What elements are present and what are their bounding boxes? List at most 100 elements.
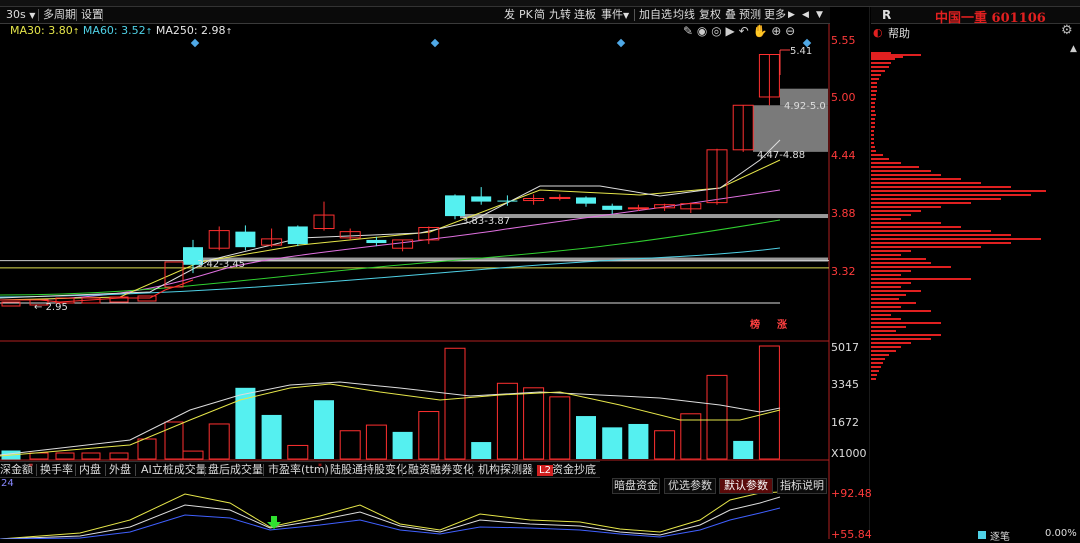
profile-bar — [871, 250, 911, 252]
gap-label-top: 4.92-5.0 — [784, 101, 826, 112]
candle-body — [497, 200, 518, 202]
help-link[interactable]: 帮助 — [888, 25, 910, 41]
profile-bar — [871, 74, 881, 76]
limit-up-tag[interactable]: 涨 — [777, 316, 787, 331]
rank-tag[interactable]: 榜 — [750, 316, 760, 331]
profile-bar — [871, 106, 875, 108]
profile-bar — [871, 146, 875, 148]
tab-outer[interactable]: 外盘 — [109, 463, 131, 477]
indicator-tick-label: +92.48 — [831, 487, 872, 500]
candle-body — [576, 197, 596, 204]
profile-bar — [871, 90, 877, 92]
tab-margin[interactable]: 融资融券变化 — [408, 463, 474, 477]
volume-bar — [392, 431, 413, 459]
profile-bar — [871, 346, 901, 348]
profile-bar — [871, 198, 1001, 200]
profile-bar — [871, 322, 941, 324]
profile-bar — [871, 294, 906, 296]
volume-bar — [55, 452, 75, 460]
ma-cyan-line — [0, 247, 781, 298]
profile-bar — [871, 186, 1011, 188]
volume-bar — [182, 450, 204, 460]
default-params-button[interactable]: 默认参数 — [719, 478, 773, 494]
volume-bar — [314, 400, 334, 459]
profile-bar — [871, 226, 961, 228]
profile-bar — [871, 54, 921, 56]
profile-bar — [871, 286, 901, 288]
profile-bar — [871, 158, 889, 160]
profile-bar — [871, 258, 926, 260]
candle-body — [366, 239, 387, 244]
sidebar-r-button[interactable]: R — [882, 8, 891, 22]
event-marker — [430, 38, 440, 48]
volume-bar — [576, 416, 596, 459]
profile-bar — [871, 194, 1031, 196]
volume-bar — [680, 413, 702, 460]
profile-bar — [871, 126, 875, 128]
volume-bar — [602, 427, 623, 459]
volume-bar — [164, 421, 184, 460]
low-price-label: ← 2.95 — [34, 302, 68, 313]
profile-bar — [871, 222, 941, 224]
price-tick-label: 4.44 — [831, 149, 856, 162]
profile-bar — [871, 266, 951, 268]
profile-bar — [871, 82, 877, 84]
profile-bar — [871, 154, 883, 156]
tab-capital-bottom[interactable]: 资金抄底 — [552, 463, 596, 477]
profile-bar — [871, 326, 906, 328]
dark-capital-button[interactable]: 暗盘资金 — [612, 478, 660, 494]
profile-bar — [871, 142, 874, 144]
volume-bar — [137, 438, 157, 460]
volume-ma-line-2 — [0, 383, 781, 457]
volume-bar — [758, 345, 780, 460]
profile-bar — [871, 342, 911, 344]
tab-northbound[interactable]: 陆股通持股变化 — [330, 463, 407, 477]
volume-bar — [523, 387, 545, 460]
volume-bar — [208, 423, 230, 460]
kline-chart[interactable] — [0, 0, 870, 539]
profile-bar — [871, 52, 891, 54]
profile-bar — [871, 374, 877, 376]
preferred-params-button[interactable]: 优选参数 — [664, 478, 716, 494]
profile-bar — [871, 122, 875, 124]
profile-bar — [871, 214, 911, 216]
stock-title: 中国一重 601106 — [935, 11, 1046, 26]
profile-bar — [871, 378, 876, 380]
volume-bar — [471, 442, 492, 459]
profile-bar — [871, 354, 889, 356]
volume-bar — [81, 452, 101, 460]
volume-bar — [654, 430, 676, 460]
profile-bar — [871, 98, 876, 100]
volume-bar — [29, 452, 49, 460]
tab-inner[interactable]: 内盘 — [79, 463, 101, 477]
l2-badge: L2 — [537, 465, 553, 476]
volume-bar — [365, 424, 387, 460]
tab-turnover[interactable]: 换手率 — [40, 463, 73, 477]
volume-tick-label: 3345 — [831, 378, 859, 391]
zone-label-2: 3.42-3.45 — [197, 259, 246, 270]
profile-bar — [871, 262, 931, 264]
pre-candle-line — [0, 279, 194, 303]
profile-bar — [871, 102, 875, 104]
profile-bar — [871, 366, 881, 368]
profile-bar — [871, 114, 876, 116]
profile-bar — [871, 298, 899, 300]
profile-bar — [871, 290, 921, 292]
tab-institution[interactable]: 机构探测器 — [478, 463, 533, 477]
candle-body — [235, 231, 256, 248]
ma-magenta-line — [0, 189, 781, 301]
tab-ai-volume[interactable]: AI立桩成交量 — [141, 463, 207, 477]
volume-profile — [871, 52, 1046, 380]
gear-icon[interactable]: ⚙ — [1061, 23, 1073, 38]
profile-bar — [871, 182, 981, 184]
profile-bar — [871, 338, 931, 340]
profile-bar — [871, 138, 874, 140]
tab-afterhours-volume[interactable]: 盘后成交量 — [208, 463, 263, 477]
volume-tick-label: 5017 — [831, 341, 859, 354]
profile-bar — [871, 66, 889, 68]
volume-bar — [733, 440, 754, 459]
indicator-help-button[interactable]: 指标说明 — [777, 478, 827, 494]
profile-bar — [871, 274, 901, 276]
profile-bar — [871, 370, 879, 372]
volume-bar — [444, 347, 466, 460]
